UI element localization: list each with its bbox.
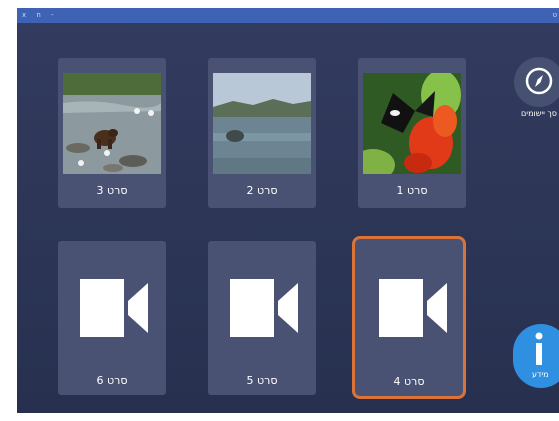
video-camera-icon (230, 279, 298, 337)
info-button[interactable]: מידע (513, 324, 559, 388)
movie-tile-4-selected[interactable]: סרט 4 (355, 239, 463, 396)
video-camera-icon (80, 279, 148, 337)
titlebar-controls[interactable]: x n - (22, 11, 58, 19)
apps-label: סך יישומים (521, 109, 557, 118)
thumbnail-butterfly-on-flower (363, 73, 461, 174)
video-camera-icon (379, 279, 447, 337)
movie-tile-label: סרט 3 (96, 184, 128, 197)
compass-icon (525, 67, 553, 95)
movie-tile-5[interactable]: סרט 5 (208, 241, 316, 395)
movie-tile-6[interactable]: סרט 6 (58, 241, 166, 395)
movie-tile-1[interactable]: סרט 1 (358, 58, 466, 208)
app-screen: x n - ט סרט 3 סרט 2 סרט 1 סרט 6 סרט 5 סר… (17, 8, 559, 413)
movie-tile-2[interactable]: סרט 2 (208, 58, 316, 208)
titlebar-right-text: ט (552, 11, 557, 19)
info-icon (535, 332, 543, 365)
movie-tile-label: סרט 4 (393, 375, 425, 388)
movie-tile-label: סרט 1 (396, 184, 428, 197)
movie-tile-3[interactable]: סרט 3 (58, 58, 166, 208)
window-titlebar: x n - ט (17, 8, 559, 23)
thumbnail-lake-landscape (213, 73, 311, 174)
movie-tile-label: סרט 2 (246, 184, 278, 197)
movie-tile-label: סרט 6 (96, 374, 128, 387)
info-label: מידע (532, 370, 549, 379)
thumbnail-bear-in-river (63, 73, 161, 174)
apps-button[interactable] (514, 57, 559, 107)
movie-tile-label: סרט 5 (246, 374, 278, 387)
